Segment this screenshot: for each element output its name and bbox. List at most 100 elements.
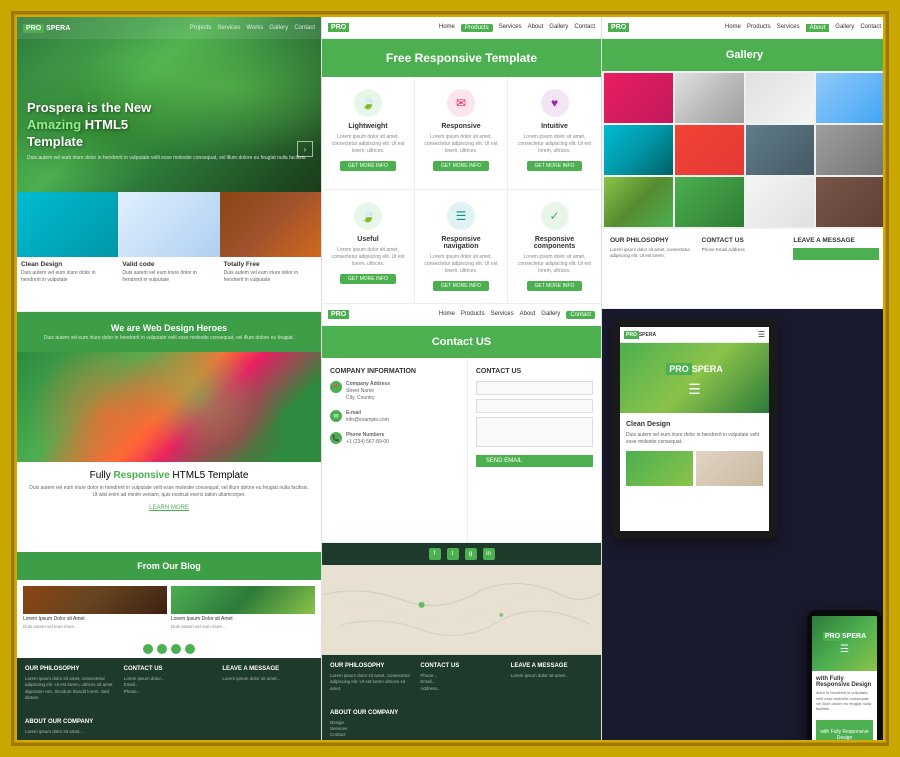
col2-contact-logo-name: SPERA [349,311,373,318]
col1-feature-free-img [220,192,321,257]
gallery-thumb-10[interactable] [675,177,744,227]
gallery-thumb-6[interactable] [675,125,744,175]
address-icon: 📍 [330,381,342,393]
gallery-thumb-7[interactable] [746,125,815,175]
col2-submit-button[interactable]: SEND EMAIL [476,455,593,467]
col1-hero-highlight: Amazing [27,117,81,132]
col1-heroes-title: We are Web Design Heroes [111,323,227,333]
col3-phil-title-2: CONTACT US [702,237,788,244]
gallery-thumb-8[interactable] [816,125,885,175]
col3-nav-links: Home Products Services About Gallery Con… [725,24,881,32]
col1-philosophy-title: OUR PHILOSOPHY [25,666,116,672]
gallery-thumb-5[interactable] [604,125,673,175]
col2-feature-navigation: ☰ Responsive navigation Lorem ipsum dolo… [415,190,508,303]
col2-feature-icon-navigation: ☰ [447,202,475,230]
col2-footer-message-text: Lorem ipsum dolor sit amet... [511,673,593,679]
col2-feature-btn-useful[interactable]: GET MORE INFO [340,274,396,284]
twitter-icon[interactable]: t [447,548,459,560]
col2-contact-nav-services[interactable]: Services [491,311,514,319]
phone-text: dolor in hendrerit in vulputate velit es… [816,690,873,711]
col2-nav-contact[interactable]: Contact [574,24,595,32]
col3-nav-contact[interactable]: Contact [860,24,881,32]
col2-footer-contact: CONTACT US Phone...Email...Address... [420,663,502,739]
nav-link-services[interactable]: Services [217,25,240,31]
tablet-screen-nav: PRO SPERA ☰ [620,327,769,343]
logo-pro: PRO [23,24,44,33]
col2-feature-icon-components: ✓ [541,202,569,230]
col3-nav-home[interactable]: Home [725,24,741,32]
col1-nav: PRO SPERA Projects Services Works Galler… [17,17,321,39]
tablet-thumb-2 [696,451,763,486]
tablet-thumb-1 [626,451,693,486]
col2-feature-icon-responsive: ✉ [447,89,475,117]
gallery-thumb-2[interactable] [675,73,744,123]
col2-feature-btn-components[interactable]: GET MORE INFO [527,281,583,291]
gallery-thumb-12[interactable] [816,177,885,227]
social-dot-1[interactable] [143,644,153,654]
col2-contact-nav-about[interactable]: About [520,311,536,319]
tablet-hero-logo: PROSPERA ☰ [666,359,723,398]
tablet-hamburger-icon[interactable]: ☰ [758,330,765,339]
col1-hero-arrow[interactable]: › [297,141,313,157]
col2-name-field[interactable] [476,381,593,395]
linkedin-icon[interactable]: in [483,548,495,560]
gallery-thumb-4[interactable] [816,73,885,123]
tablet-hero: PROSPERA ☰ [620,343,769,413]
nav-link-works[interactable]: Works [246,25,263,31]
col2-feature-btn-navigation[interactable]: GET MORE INFO [433,281,489,291]
facebook-icon[interactable]: f [429,548,441,560]
col2-contact-nav-contact[interactable]: Contact [566,311,595,319]
contact-email-text: E-mail info@example.com [346,410,389,424]
col1-message-title: LEAVE A MESSAGE [222,666,313,672]
gallery-thumb-9[interactable] [604,177,673,227]
social-dot-2[interactable] [157,644,167,654]
col3-phil-col-2: CONTACT US Phone Email Address [702,237,788,300]
col3-phil-green [793,248,879,260]
col2-feature-components: ✓ Responsive components Lorem ipsum dolo… [508,190,601,303]
phone-hamburger-icon: ☰ [840,644,849,655]
col2-feature-name-lightweight: Lightweight [348,123,387,130]
col3-phil-title-3: LEAVE A MESSAGE [793,237,879,244]
gallery-thumb-1[interactable] [604,73,673,123]
col3-gallery-grid [602,71,885,229]
col1-fruit-caption: Fully Responsive HTML5 Template [80,462,259,485]
col3-gallery-bar: Gallery [602,39,885,71]
col3-nav-services[interactable]: Services [777,24,800,32]
social-dot-3[interactable] [171,644,181,654]
col2-nav-products[interactable]: Products [461,24,493,32]
gallery-thumb-11[interactable] [746,177,815,227]
col2-nav-home[interactable]: Home [439,24,455,32]
column-3: PRO SPERA Home Products Services About G… [602,17,885,742]
phone-hero: PRO SPERA ☰ [812,616,877,671]
col2-contact-nav-home[interactable]: Home [439,311,455,319]
col2-feature-btn-intuitive[interactable]: GET MORE INFO [527,161,583,171]
phone-green-box: with Fully ResponsiveDesign [816,720,873,742]
col3-nav-gallery[interactable]: Gallery [835,24,854,32]
social-dot-4[interactable] [185,644,195,654]
col1-heroes-subtitle: Duis autem vel eum iriure dolor in hendr… [44,335,294,341]
col2-nav-about[interactable]: About [528,24,544,32]
col1-blog-post-2-desc: Duis autem vel eum iriure... [171,624,315,629]
col2-contact-nav-products[interactable]: Products [461,311,485,319]
nav-link-gallery[interactable]: Gallery [269,25,288,31]
col2-nav-services[interactable]: Services [499,24,522,32]
col2-feature-btn-lightweight[interactable]: GET MORE INFO [340,161,396,171]
col2-footer-about-text: DesignServicesContact [330,720,412,739]
nav-link-contact[interactable]: Contact [294,25,315,31]
col2-feature-useful: 🍃 Useful Lorem ipsum dolor sit amet, con… [322,190,415,303]
col3-gallery-nav: PRO SPERA Home Products Services About G… [602,17,885,39]
col1-fruit-link[interactable]: LEARN MORE [149,505,189,511]
googleplus-icon[interactable]: g [465,548,477,560]
col3-nav-products[interactable]: Products [747,24,771,32]
col2-nav-gallery[interactable]: Gallery [549,24,568,32]
col2-feature-desc-responsive: Lorem ipsum dolor sit amet, consectetur … [423,134,499,155]
col3-nav-about[interactable]: About [806,24,830,32]
col2-feature-icon-lightweight: 🍃 [354,89,382,117]
col2-feature-btn-responsive[interactable]: GET MORE INFO [433,161,489,171]
col2-contact-nav-gallery[interactable]: Gallery [541,311,560,319]
col2-email-field[interactable] [476,399,593,413]
col2-message-field[interactable] [476,417,593,447]
nav-link-projects[interactable]: Projects [190,25,212,31]
gallery-thumb-3[interactable] [746,73,815,123]
col1-footer-col-contact: CONTACT US Lorem ipsum dolor...Email...P… [124,666,215,735]
